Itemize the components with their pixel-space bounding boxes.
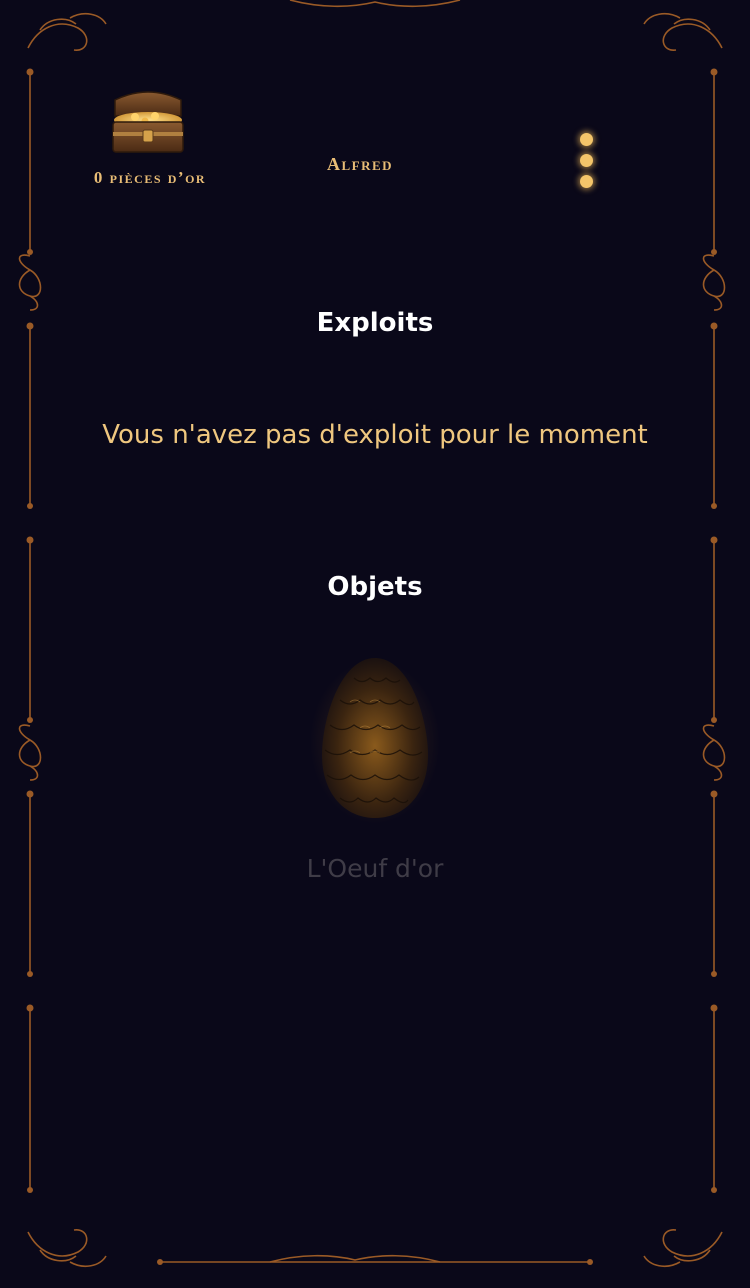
- gold-balance-button[interactable]: 0 pièces d’or: [60, 168, 240, 188]
- item-name: L'Oeuf d'or: [306, 854, 444, 883]
- item-golden-egg[interactable]: L'Oeuf d'or: [275, 650, 475, 900]
- objets-title: Objets: [327, 572, 423, 602]
- more-vertical-icon[interactable]: [566, 132, 606, 196]
- header: 0 pièces d’or Alfred: [0, 80, 750, 210]
- treasure-chest-icon: [112, 91, 184, 153]
- exploits-title: Exploits: [316, 308, 434, 338]
- exploits-empty-message: Vous n'avez pas d'exploit pour le moment: [102, 420, 648, 450]
- player-name: Alfred: [326, 154, 394, 174]
- golden-egg-icon: [310, 658, 440, 824]
